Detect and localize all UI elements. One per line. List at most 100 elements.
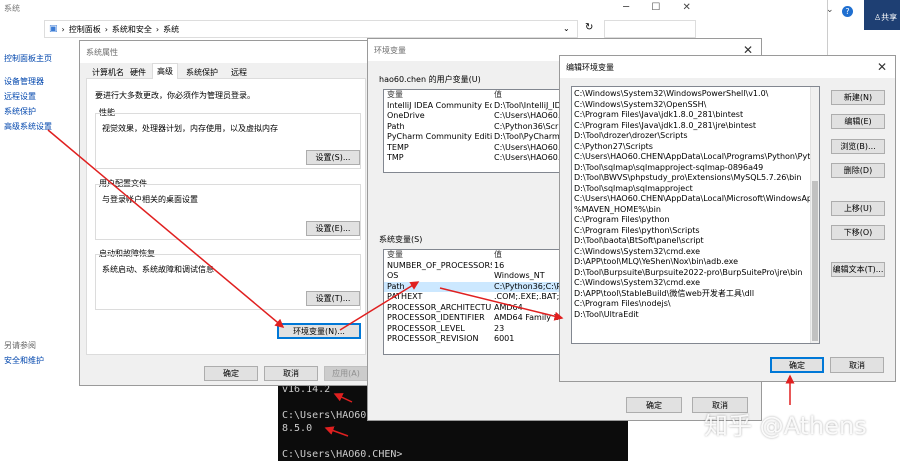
- path-entry[interactable]: D:\Tool\UltraEdit: [572, 310, 810, 321]
- edit-button[interactable]: 编辑(E): [831, 114, 885, 129]
- sys-var-row[interactable]: PROCESSOR_REVISION 6001: [384, 334, 562, 345]
- sidebar-item-remote[interactable]: 远程设置: [4, 91, 36, 102]
- sysprops-apply-button[interactable]: 应用(A): [324, 366, 368, 381]
- path-entry[interactable]: C:\Users\HAO60.CHEN\AppData\Local\Micros…: [572, 194, 819, 205]
- variable-name: PROCESSOR_IDENTIFIER: [387, 313, 485, 322]
- tab-system-protection[interactable]: 系统保护: [182, 65, 222, 80]
- scrollbar[interactable]: [810, 87, 819, 343]
- user-vars-table[interactable]: 变量值 IntelliJ IDEA Community Ed... D:\Tool…: [383, 89, 563, 173]
- sysprops-cancel-button[interactable]: 取消: [264, 366, 318, 381]
- sys-var-row[interactable]: Path C:\Python36;C:\Py: [384, 281, 562, 292]
- table-header: 变量值: [387, 90, 502, 99]
- sys-var-row[interactable]: NUMBER_OF_PROCESSORS 16: [384, 261, 562, 272]
- profile-settings-button[interactable]: 设置(E)...: [306, 221, 360, 236]
- search-input[interactable]: [604, 20, 696, 38]
- user-var-row[interactable]: OneDrive C:\Users\HAO60.C: [384, 111, 562, 122]
- variable-value: AMD64 Family 23: [494, 313, 562, 322]
- minimize-icon[interactable]: ─: [623, 2, 629, 16]
- sys-var-row[interactable]: OS Windows_NT: [384, 271, 562, 282]
- editenv-ok-button[interactable]: 确定: [770, 357, 824, 373]
- breadcrumb-security[interactable]: 系统和安全: [112, 24, 152, 35]
- performance-group: 视觉效果，处理器计划，内存使用，以及虚拟内存 设置(S)...: [95, 113, 361, 169]
- sysprops-ok-button[interactable]: 确定: [204, 366, 258, 381]
- tab-remote[interactable]: 远程: [227, 65, 251, 80]
- path-list[interactable]: C:\Windows\System32\WindowsPowerShell\v1…: [571, 86, 820, 344]
- sys-var-row[interactable]: PROCESSOR_ARCHITECTU... AMD64: [384, 303, 562, 314]
- startup-settings-button[interactable]: 设置(T)...: [306, 291, 360, 306]
- envvars-ok-button[interactable]: 确定: [626, 397, 682, 413]
- path-entry[interactable]: D:\APP\tool\StableBuild\微信web开发者工具\dll: [572, 289, 810, 300]
- path-entry[interactable]: C:\Python27\Scripts: [572, 142, 810, 153]
- delete-button[interactable]: 删除(D): [831, 163, 885, 178]
- editenv-titlebar: 编辑环境变量: [560, 56, 895, 78]
- user-var-row[interactable]: Path C:\Python36\Script: [384, 122, 562, 133]
- variable-value: 23: [494, 323, 505, 333]
- path-entry[interactable]: C:\Windows\System32\OpenSSH\: [572, 100, 810, 111]
- move-down-button[interactable]: 下移(O): [831, 225, 885, 240]
- user-var-row[interactable]: PyCharm Community Edition D:\Tool\PyCharm…: [384, 132, 562, 143]
- path-entry[interactable]: C:\Windows\System32\cmd.exe: [572, 247, 810, 258]
- editenv-cancel-button[interactable]: 取消: [830, 357, 884, 373]
- close-icon[interactable]: ✕: [877, 60, 887, 74]
- sys-var-row[interactable]: PATHEXT .COM;.EXE;.BAT;.C: [384, 292, 562, 303]
- tab-advanced[interactable]: 高级: [152, 63, 178, 79]
- path-entry[interactable]: D:\Tool\sqlmap\sqlmapproject: [572, 184, 810, 195]
- path-entry[interactable]: D:\Tool\Burpsuite\Burpsuite2022-pro\Burp…: [572, 268, 810, 279]
- path-entry[interactable]: D:\APP\tool\MLQ\YeShen\Nox\bin\adb.exe: [572, 257, 810, 268]
- variable-value: C:\Python36;C:\Py: [494, 281, 562, 291]
- address-bar[interactable]: ▣ › 控制面板 › 系统和安全 › 系统: [44, 20, 578, 38]
- new-button[interactable]: 新建(N): [831, 90, 885, 105]
- admin-note: 要进行大多数更改，你必须作为管理员登录。: [95, 91, 255, 100]
- path-entry[interactable]: C:\Program Files\Java\jdk1.8.0_281\jre\b…: [572, 121, 810, 132]
- address-dropdown-icon[interactable]: ⌄: [563, 24, 570, 33]
- variable-value: C:\Users\HAO60.C: [494, 142, 562, 152]
- path-entry[interactable]: C:\Windows\System32\WindowsPowerShell\v1…: [572, 89, 810, 100]
- see-also-security-link[interactable]: 安全和维护: [4, 355, 44, 366]
- sidebar-item-device-manager[interactable]: 设备管理器: [4, 76, 44, 87]
- user-var-row[interactable]: TMP C:\Users\HAO60.C: [384, 153, 562, 164]
- scrollbar-thumb[interactable]: [812, 181, 818, 341]
- path-entry[interactable]: D:\Tool\baota\BtSoft\panel\script: [572, 236, 810, 247]
- sidebar-home-link[interactable]: 控制面板主页: [4, 53, 52, 64]
- path-entry[interactable]: C:\Windows\System32\cmd.exe: [572, 278, 810, 289]
- sidebar-item-advanced[interactable]: 高级系统设置: [4, 121, 52, 132]
- user-var-row[interactable]: TEMP C:\Users\HAO60.C: [384, 143, 562, 154]
- maximize-icon[interactable]: ☐: [651, 2, 660, 16]
- variable-name: IntelliJ IDEA Community Ed...: [387, 100, 492, 110]
- path-entry[interactable]: C:\Program Files\nodejs\: [572, 299, 810, 310]
- sys-var-row[interactable]: PROCESSOR_IDENTIFIER AMD64 Family 23: [384, 313, 562, 324]
- environment-variables-button[interactable]: 环境变量(N)...: [277, 323, 361, 339]
- variable-name: NUMBER_OF_PROCESSORS: [387, 260, 492, 270]
- path-entry[interactable]: D:\Tool\BWVS\phpstudy_pro\Extensions\MyS…: [572, 173, 810, 184]
- share-label[interactable]: ♙共享: [874, 12, 897, 23]
- sys-vars-label: 系统变量(S): [379, 235, 423, 244]
- help-icon[interactable]: ?: [842, 6, 853, 17]
- breadcrumb-system[interactable]: 系统: [163, 24, 179, 35]
- sys-var-row[interactable]: PROCESSOR_LEVEL 23: [384, 324, 562, 335]
- tab-computer-name[interactable]: 计算机名: [88, 65, 128, 80]
- close-icon[interactable]: ✕: [683, 2, 691, 16]
- tab-hardware[interactable]: 硬件: [126, 65, 150, 80]
- path-entry[interactable]: %MAVEN_HOME%\bin: [572, 205, 810, 216]
- variable-value: 16: [494, 260, 505, 270]
- refresh-icon[interactable]: ↻: [585, 22, 593, 33]
- chevron-down-icon[interactable]: ⌄: [826, 5, 834, 15]
- path-entry[interactable]: C:\Program Files\Java\jdk1.8.0_281\binte…: [572, 110, 810, 121]
- edit-text-button[interactable]: 编辑文本(T)...: [831, 262, 885, 277]
- move-up-button[interactable]: 上移(U): [831, 201, 885, 216]
- path-entry[interactable]: D:\Tool\sqlmap\sqlmapproject-sqlmap-0896…: [572, 163, 810, 174]
- terminal-line: 8.5.0: [282, 423, 313, 434]
- variable-name: Path: [387, 121, 405, 131]
- performance-settings-button[interactable]: 设置(S)...: [306, 150, 360, 165]
- path-entry[interactable]: D:\Tool\drozer\drozer\Scripts: [572, 131, 810, 142]
- browse-button[interactable]: 浏览(B)...: [831, 139, 885, 154]
- path-entry[interactable]: C:\Users\HAO60.CHEN\AppData\Local\Progra…: [572, 152, 819, 163]
- path-entry[interactable]: C:\Program Files\python: [572, 215, 810, 226]
- user-var-row[interactable]: IntelliJ IDEA Community Ed... D:\Tool\Int…: [384, 101, 562, 112]
- sys-vars-table[interactable]: 变量值 NUMBER_OF_PROCESSORS 16 OS Windows_NT Pa…: [383, 249, 563, 355]
- path-entry[interactable]: C:\Program Files\python\Scripts: [572, 226, 810, 237]
- breadcrumb-control-panel[interactable]: 控制面板: [69, 24, 101, 35]
- sidebar-item-protection[interactable]: 系统保护: [4, 106, 36, 117]
- variable-name: PROCESSOR_REVISION: [387, 334, 479, 343]
